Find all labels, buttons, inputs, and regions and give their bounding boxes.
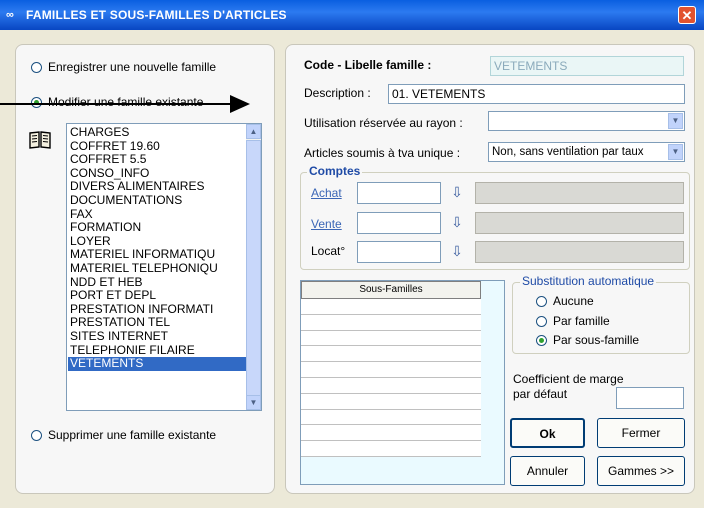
code-field: VETEMENTS <box>490 56 684 76</box>
table-row[interactable] <box>301 409 481 426</box>
coef-field[interactable] <box>616 387 684 409</box>
table-row[interactable] <box>301 314 481 331</box>
chevron-down-icon[interactable]: ▼ <box>668 113 683 129</box>
table-row[interactable] <box>301 441 481 457</box>
radio-delete-family[interactable]: Supprimer une famille existante <box>31 428 216 442</box>
family-list-items: CHARGES COFFRET 19.60 COFFRET 5.5 CONSO_… <box>68 125 246 371</box>
window-title: FAMILLES ET SOUS-FAMILLES D'ARTICLES <box>26 8 287 22</box>
tva-label: Articles soumis à tva unique : <box>304 146 461 160</box>
list-item[interactable]: DIVERS ALIMENTAIRES <box>68 180 246 194</box>
down-arrow-icon[interactable]: ⇩ <box>448 242 466 260</box>
radio-subst-sousfamille-circle[interactable] <box>536 334 547 346</box>
table-row[interactable] <box>301 377 481 394</box>
radio-subst-aucune-circle[interactable] <box>536 295 547 307</box>
list-item[interactable]: MATERIEL INFORMATIQU <box>68 248 246 262</box>
radio-delete-family-circle[interactable] <box>31 429 42 441</box>
sous-familles-header[interactable]: Sous-Familles <box>301 281 481 299</box>
radio-new-family[interactable]: Enregistrer une nouvelle famille <box>31 60 216 74</box>
rayon-label: Utilisation réservée au rayon : <box>304 116 463 130</box>
list-item[interactable]: LOYER <box>68 234 246 249</box>
radio-subst-famille-circle[interactable] <box>536 315 547 327</box>
list-item[interactable]: CONSO_INFO <box>68 166 246 181</box>
sous-familles-grid[interactable]: Sous-Familles <box>300 280 505 485</box>
coef-label-line2: par défaut <box>513 387 568 401</box>
scroll-down-icon[interactable]: ▼ <box>246 395 261 410</box>
annotation-arrow <box>0 95 250 113</box>
radio-subst-aucune-label: Aucune <box>553 294 594 308</box>
glasses-icon: ∞ <box>6 9 14 21</box>
tva-select[interactable]: Non, sans ventilation par taux ▼ <box>488 142 685 162</box>
book-icon <box>28 130 52 150</box>
table-row[interactable] <box>301 346 481 363</box>
gammes-button[interactable]: Gammes >> <box>597 456 685 486</box>
tva-select-value: Non, sans ventilation par taux <box>492 146 644 158</box>
code-label: Code - Libelle famille : <box>304 58 432 72</box>
list-item[interactable]: DOCUMENTATIONS <box>68 193 246 208</box>
vente-link[interactable]: Vente <box>311 217 342 231</box>
title-bar: ∞ FAMILLES ET SOUS-FAMILLES D'ARTICLES ✕ <box>0 0 704 30</box>
table-row[interactable] <box>301 330 481 347</box>
achat-account-field[interactable] <box>357 182 441 204</box>
rayon-select[interactable]: ▼ <box>488 111 685 131</box>
scroll-thumb[interactable] <box>246 140 261 410</box>
scroll-up-icon[interactable]: ▲ <box>246 124 261 139</box>
table-row[interactable] <box>301 299 481 315</box>
list-item[interactable]: PRESTATION INFORMATI <box>68 302 246 317</box>
down-arrow-icon[interactable]: ⇩ <box>448 213 466 231</box>
radio-subst-aucune[interactable]: Aucune <box>536 294 594 308</box>
comptes-title: Comptes <box>307 164 363 178</box>
fermer-button[interactable]: Fermer <box>597 418 685 448</box>
radio-subst-sousfamille[interactable]: Par sous-famille <box>536 333 639 347</box>
sous-familles-rows <box>301 299 481 457</box>
list-item[interactable]: CHARGES <box>68 125 246 140</box>
list-item[interactable]: PRESTATION TEL <box>68 316 246 330</box>
table-row[interactable] <box>301 362 481 378</box>
vente-account-label-field <box>475 212 684 234</box>
list-item[interactable]: TELEPHONIE FILAIRE <box>68 343 246 358</box>
list-item[interactable]: NDD ET HEB <box>68 275 246 290</box>
down-arrow-icon[interactable]: ⇩ <box>448 183 466 201</box>
list-item-selected[interactable]: VETEMENTS <box>68 356 246 371</box>
list-item[interactable]: SITES INTERNET <box>68 329 246 344</box>
list-item[interactable]: COFFRET 5.5 <box>68 153 246 167</box>
table-row[interactable] <box>301 425 481 442</box>
table-row[interactable] <box>301 393 481 410</box>
radio-new-family-circle[interactable] <box>31 61 42 73</box>
list-item[interactable]: FORMATION <box>68 221 246 235</box>
list-item[interactable]: PORT ET DEPL <box>68 289 246 303</box>
radio-subst-sousfamille-label: Par sous-famille <box>553 333 640 347</box>
radio-subst-famille-label: Par famille <box>553 314 610 328</box>
locat-account-field[interactable] <box>357 241 441 263</box>
list-item[interactable]: FAX <box>68 207 246 222</box>
radio-subst-famille[interactable]: Par famille <box>536 314 610 328</box>
annuler-button[interactable]: Annuler <box>510 456 585 486</box>
family-listbox[interactable]: CHARGES COFFRET 19.60 COFFRET 5.5 CONSO_… <box>66 123 262 411</box>
chevron-down-icon[interactable]: ▼ <box>668 144 683 160</box>
ok-button[interactable]: Ok <box>510 418 585 448</box>
coef-label-line1: Coefficient de marge <box>513 372 624 386</box>
close-button[interactable]: ✕ <box>678 6 696 24</box>
achat-link[interactable]: Achat <box>311 186 342 200</box>
dialog-window: ∞ FAMILLES ET SOUS-FAMILLES D'ARTICLES ✕… <box>0 0 704 508</box>
radio-new-family-label: Enregistrer une nouvelle famille <box>48 60 217 74</box>
family-list-scrollbar[interactable]: ▲ ▼ <box>246 124 261 410</box>
locat-label: Locat° <box>311 244 346 258</box>
radio-delete-family-label: Supprimer une famille existante <box>48 428 217 442</box>
substitution-title: Substitution automatique <box>520 274 657 288</box>
description-label: Description : <box>304 86 371 100</box>
description-field[interactable]: 01. VETEMENTS <box>388 84 685 104</box>
list-item[interactable]: MATERIEL TELEPHONIQU <box>68 261 246 276</box>
vente-account-field[interactable] <box>357 212 441 234</box>
locat-account-label-field <box>475 241 684 263</box>
list-item[interactable]: COFFRET 19.60 <box>68 139 246 154</box>
achat-account-label-field <box>475 182 684 204</box>
